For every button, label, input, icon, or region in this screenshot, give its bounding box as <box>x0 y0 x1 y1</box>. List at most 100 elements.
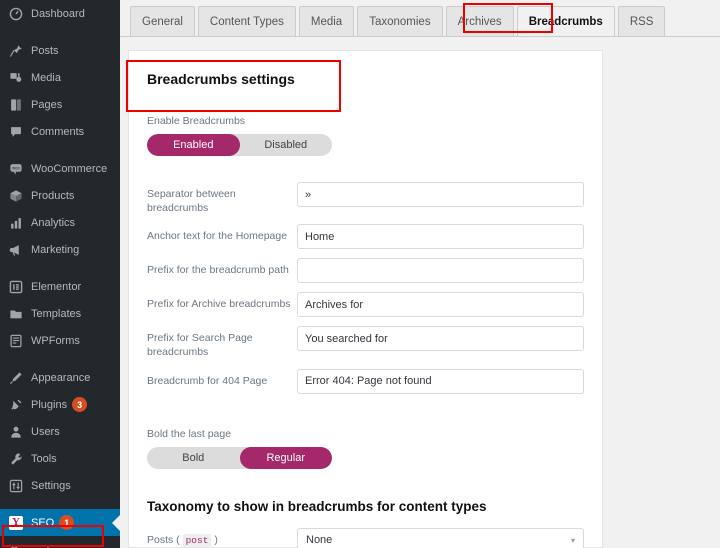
sidebar-item-label: Media <box>31 72 61 84</box>
sidebar-item-label: Analytics <box>31 217 75 229</box>
tab-label: RSS <box>630 16 654 28</box>
sidebar-item-analytics[interactable]: Analytics <box>0 209 120 236</box>
tab-taxonomies[interactable]: Taxonomies <box>357 6 442 36</box>
tab-label: General <box>142 16 183 28</box>
bold-last-page-toggle[interactable]: BoldRegular <box>147 447 332 469</box>
media-icon <box>8 70 24 86</box>
sidebar-item-pages[interactable]: Pages <box>0 91 120 118</box>
submenu-item-general[interactable]: General <box>0 540 120 548</box>
toggle-option-enabled[interactable]: Enabled <box>147 134 240 156</box>
field-row: Prefix for the breadcrumb path <box>147 258 584 283</box>
field-label: Prefix for Search Page breadcrumbs <box>147 326 297 359</box>
field-input[interactable]: You searched for <box>297 326 584 351</box>
sidebar-item-dashboard[interactable]: Dashboard <box>0 0 120 27</box>
taxonomy-select[interactable]: None▾ <box>297 528 584 548</box>
templates-folder-icon <box>8 306 24 322</box>
sidebar-item-products[interactable]: Products <box>0 182 120 209</box>
tab-rss[interactable]: RSS <box>618 6 666 36</box>
sidebar-item-marketing[interactable]: Marketing <box>0 236 120 263</box>
settings-sliders-icon <box>8 478 24 494</box>
breadcrumb-fields-list: Separator between breadcrumbs » Anchor tex… <box>147 182 584 394</box>
tab-breadcrumbs[interactable]: Breadcrumbs <box>517 6 615 36</box>
field-label: Prefix for Archive breadcrumbs <box>147 292 297 312</box>
field-row: Prefix for Archive breadcrumbs Archives f… <box>147 292 584 317</box>
sidebar-item-elementor[interactable]: Elementor <box>0 273 120 300</box>
field-row: Anchor text for the Homepage Home <box>147 224 584 249</box>
field-value: Error 404: Page not found <box>305 375 432 387</box>
tab-media[interactable]: Media <box>299 6 354 36</box>
enable-breadcrumbs-group: Enable Breadcrumbs EnabledDisabled <box>147 115 584 156</box>
field-label: Breadcrumb for 404 Page <box>147 369 297 389</box>
woocommerce-icon: woo <box>8 161 24 177</box>
enable-breadcrumbs-toggle[interactable]: EnabledDisabled <box>147 134 332 156</box>
field-value: Home <box>305 231 334 243</box>
sidebar-item-label: Settings <box>31 480 71 492</box>
taxonomy-slug-code: post <box>183 534 212 547</box>
sidebar-item-woocommerce[interactable]: woo WooCommerce <box>0 155 120 182</box>
tab-label: Content Types <box>210 16 284 28</box>
sidebar-item-label: Appearance <box>31 372 90 384</box>
page-title: Breadcrumbs settings <box>147 71 584 87</box>
field-row: Prefix for Search Page breadcrumbsYou se… <box>147 326 584 359</box>
tab-general[interactable]: General <box>130 6 195 36</box>
sidebar-item-label: Marketing <box>31 244 79 256</box>
field-input[interactable]: Archives for <box>297 292 584 317</box>
wpforms-icon <box>8 333 24 349</box>
sidebar-item-settings[interactable]: Settings <box>0 472 120 499</box>
tools-wrench-icon <box>8 451 24 467</box>
appearance-brush-icon <box>8 370 24 386</box>
sidebar-item-label-seo: SEO <box>31 517 54 529</box>
pin-icon <box>8 43 24 59</box>
sidebar-item-wpforms[interactable]: WPForms <box>0 327 120 354</box>
sidebar-item-tools[interactable]: Tools <box>0 445 120 472</box>
chevron-down-icon: ▾ <box>571 536 575 545</box>
field-row: Breadcrumb for 404 Page Error 404: Page n… <box>147 369 584 394</box>
tab-label: Taxonomies <box>369 16 430 28</box>
field-label: Anchor text for the Homepage <box>147 224 297 244</box>
sidebar-item-label: Products <box>31 190 74 202</box>
sidebar-item-media[interactable]: Media <box>0 64 120 91</box>
sidebar-item-label: WooCommerce <box>31 163 107 175</box>
products-box-icon <box>8 188 24 204</box>
sidebar-item-posts[interactable]: Posts <box>0 37 120 64</box>
field-label: Separator between breadcrumbs <box>147 182 297 215</box>
sidebar-item-plugins[interactable]: Plugins3 <box>0 391 120 418</box>
active-menu-arrow-icon <box>112 515 120 531</box>
sidebar-item-comments[interactable]: Comments <box>0 118 120 145</box>
yoast-seo-icon: Y <box>8 515 24 531</box>
tab-archives[interactable]: Archives <box>446 6 514 36</box>
main-content-area: General Content Types Media Taxonomies Archi… <box>120 0 720 548</box>
bold-last-page-group: Bold the last page BoldRegular <box>147 428 584 469</box>
taxonomy-rows-list: Posts ( post )None▾ <box>147 528 584 548</box>
taxonomy-label: Posts ( post ) <box>147 528 297 548</box>
field-input[interactable]: » <box>297 182 584 207</box>
toggle-option-disabled[interactable]: Disabled <box>240 134 333 156</box>
admin-sidebar: Dashboard Posts Media Pages Comments woo WooCo… <box>0 0 120 548</box>
sidebar-item-templates[interactable]: Templates <box>0 300 120 327</box>
plugins-plug-icon <box>8 397 24 413</box>
toggle-option-regular[interactable]: Regular <box>240 447 333 469</box>
pages-icon <box>8 97 24 113</box>
field-input[interactable]: Home <box>297 224 584 249</box>
svg-text:woo: woo <box>12 165 20 170</box>
field-value: » <box>305 189 311 201</box>
marketing-megaphone-icon <box>8 242 24 258</box>
tab-label: Breadcrumbs <box>529 16 603 28</box>
tab-label: Media <box>311 16 342 28</box>
breadcrumbs-settings-card: Breadcrumbs settings Enable Breadcrumbs … <box>128 50 603 548</box>
field-value: Archives for <box>305 299 363 311</box>
toggle-option-bold[interactable]: Bold <box>147 447 240 469</box>
sidebar-item-seo[interactable]: Y SEO 1 <box>0 509 120 536</box>
sidebar-item-label: WPForms <box>31 335 80 347</box>
sidebar-item-label: Templates <box>31 308 81 320</box>
seo-notification-badge: 1 <box>59 515 74 530</box>
sidebar-item-appearance[interactable]: Appearance <box>0 364 120 391</box>
field-input[interactable]: Error 404: Page not found <box>297 369 584 394</box>
sidebar-item-label: Comments <box>31 126 84 138</box>
sidebar-item-label: Pages <box>31 99 62 111</box>
tab-content-types[interactable]: Content Types <box>198 6 296 36</box>
field-row: Separator between breadcrumbs » <box>147 182 584 215</box>
sidebar-item-users[interactable]: Users <box>0 418 120 445</box>
field-input[interactable] <box>297 258 584 283</box>
sidebar-item-label: Plugins <box>31 399 67 411</box>
